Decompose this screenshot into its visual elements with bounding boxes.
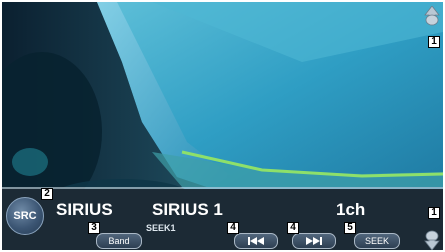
source-label: SIRIUS: [56, 200, 113, 219]
callout-4-next: 4: [287, 222, 299, 234]
seek-button[interactable]: SEEK: [354, 233, 400, 249]
seek-mode-indicator: SEEK1: [146, 223, 176, 233]
skip-forward-icon: [306, 237, 322, 245]
channel-number: 1ch: [336, 200, 366, 219]
next-channel-button[interactable]: [292, 233, 336, 249]
tuner-screen: SRC SIRIUS SIRIUS 1 1ch SEEK1 Band SEEK …: [0, 0, 445, 252]
callout-1-top: 1: [428, 36, 440, 48]
station-name: SIRIUS 1: [152, 200, 223, 219]
callout-2: 2: [41, 188, 53, 200]
callout-1-bottom: 1: [428, 207, 440, 219]
src-button[interactable]: SRC: [6, 197, 44, 235]
band-button[interactable]: Band: [96, 233, 142, 249]
prev-channel-button[interactable]: [234, 233, 278, 249]
callout-4-prev: 4: [227, 222, 239, 234]
callout-5: 5: [344, 222, 356, 234]
callout-3: 3: [88, 222, 100, 234]
scroll-up-icon[interactable]: [424, 6, 440, 26]
skip-back-icon: [248, 237, 264, 245]
scroll-down-icon[interactable]: [424, 230, 440, 250]
